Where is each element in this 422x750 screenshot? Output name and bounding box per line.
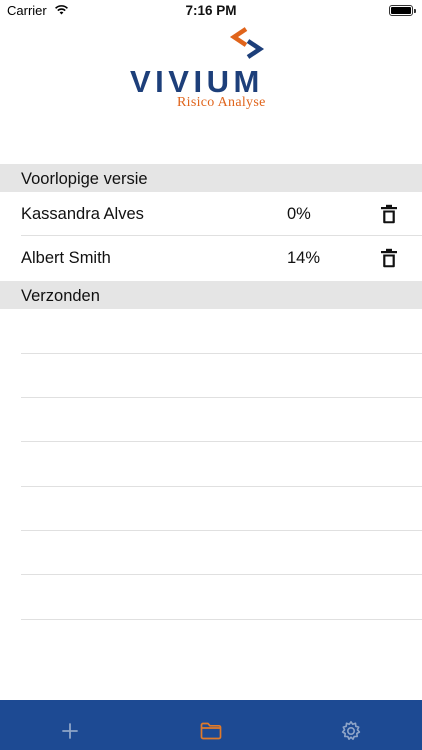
row-name: Kassandra Alves: [21, 205, 144, 223]
status-time: 7:16 PM: [185, 3, 237, 18]
row-separator: [21, 574, 422, 575]
section-header-sent: Verzonden: [0, 281, 422, 309]
section-title-draft: Voorlopige versie: [21, 170, 148, 188]
gear-icon: [341, 721, 361, 740]
empty-row: [0, 576, 422, 620]
section-title-sent: Verzonden: [21, 287, 100, 305]
draft-row[interactable]: Albert Smith 14%: [0, 236, 422, 280]
logo-wordmark: VIVIUM: [130, 64, 264, 99]
row-separator: [21, 619, 422, 620]
row-separator: [21, 441, 422, 442]
draft-row[interactable]: Kassandra Alves 0%: [0, 192, 422, 236]
tab-new[interactable]: [0, 700, 140, 750]
logo-chevrons-icon: [229, 27, 265, 59]
empty-row: [0, 398, 422, 442]
empty-row: [0, 531, 422, 575]
plus-icon: [62, 723, 78, 739]
tab-settings[interactable]: [281, 700, 421, 750]
row-name: Albert Smith: [21, 249, 111, 267]
empty-row: [0, 487, 422, 531]
tab-bar: [0, 700, 422, 750]
empty-row: [0, 310, 422, 354]
section-header-draft: Voorlopige versie: [0, 164, 422, 192]
battery-icon: [389, 5, 416, 16]
vivium-logo: VIVIUM Risico Analyse: [130, 26, 295, 114]
empty-row: [0, 443, 422, 487]
row-progress: 14%: [287, 249, 321, 267]
empty-row: [0, 354, 422, 398]
tab-files[interactable]: [141, 700, 281, 750]
logo-subtitle: Risico Analyse: [177, 95, 266, 110]
folder-icon: [200, 722, 222, 740]
trash-icon[interactable]: [380, 248, 398, 268]
row-progress: 0%: [287, 205, 311, 223]
status-bar: Carrier 7:16 PM: [0, 0, 422, 22]
trash-icon[interactable]: [380, 204, 398, 224]
